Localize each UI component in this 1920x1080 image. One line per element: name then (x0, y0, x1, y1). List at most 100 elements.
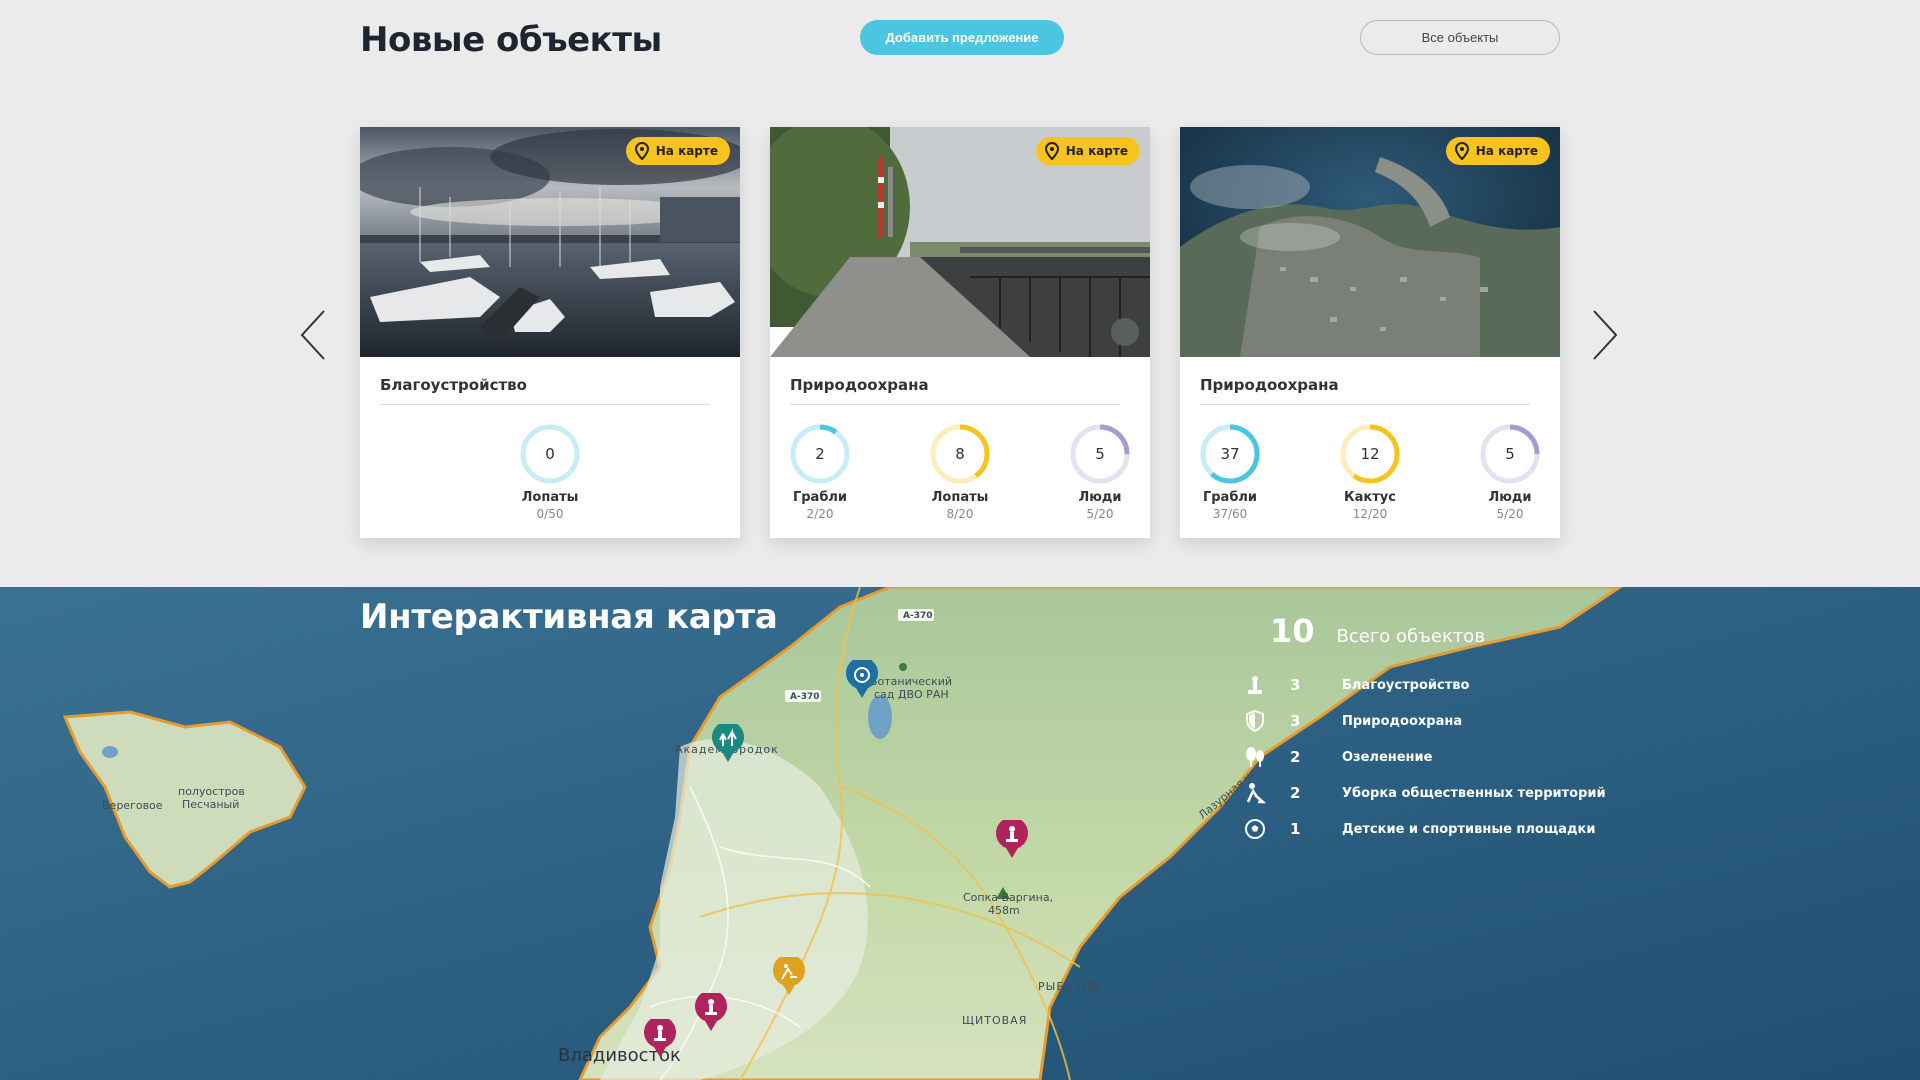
legend-count: 2 (1290, 784, 1301, 802)
progress-ring: 12 (1340, 424, 1400, 484)
total-count: 10 (1270, 612, 1315, 650)
stat-ratio: 5/20 (1496, 507, 1524, 521)
cleaning-icon (1240, 778, 1270, 808)
stat-ratio: 2/20 (806, 507, 834, 521)
stat-item: 0 Лопаты 0/50 (510, 422, 590, 532)
card-photo-embankment: На карте (770, 127, 1150, 357)
stat-ratio: 8/20 (946, 507, 974, 521)
map-pin-cleaning[interactable] (772, 954, 806, 1001)
shield-icon (1240, 706, 1270, 736)
legend-count: 3 (1290, 676, 1301, 694)
shchitovaya-label: ЩИТОВАЯ (962, 1014, 1028, 1027)
stat-value: 0 (545, 445, 555, 463)
stat-item: 37 Грабли 37/60 (1190, 422, 1270, 532)
hill-label-line1: Сопка Варгина, (963, 891, 1054, 904)
legend-item-greening[interactable]: 2 Озеленение (1240, 739, 1620, 775)
card-stats: 2 Грабли 2/20 8 Лопаты 8/20 5 Люди 5/20 (770, 422, 1150, 532)
stat-label: Грабли (1202, 490, 1258, 505)
stat-label: Грабли (792, 490, 848, 505)
carousel-next-button[interactable] (1586, 305, 1626, 365)
stat-label: Лопаты (521, 490, 579, 505)
stat-item: 5 Люди 5/20 (1470, 422, 1550, 532)
hill-label-line2: 458m (988, 904, 1020, 917)
ball-pin-icon (846, 657, 878, 698)
legend-item-improvement[interactable]: 3 Благоустройство (1240, 667, 1620, 703)
stat-value: 5 (1095, 445, 1105, 463)
cleaning-pin-icon (773, 954, 805, 995)
all-objects-button[interactable]: Все объекты (1360, 20, 1560, 55)
progress-ring: 0 (520, 424, 580, 484)
on-map-label: На карте (1475, 144, 1538, 158)
stat-label: Люди (1078, 490, 1122, 505)
map-pin-improvement[interactable] (643, 1016, 677, 1063)
legend-count: 3 (1290, 712, 1301, 730)
progress-ring: 5 (1070, 424, 1130, 484)
on-map-badge[interactable]: На карте (625, 137, 730, 165)
legend-item-sports[interactable]: 1 Детские и спортивные площадки (1240, 811, 1620, 847)
stat-ratio: 0/50 (536, 507, 564, 521)
card-photo-harbor: На карте (360, 127, 740, 357)
card-stats: 37 Грабли 37/60 12 Кактус 12/20 5 Люди 5/20 (1180, 422, 1560, 532)
on-map-label: На карте (1065, 144, 1128, 158)
object-card[interactable]: На карте Природоохрана 37 Грабли 37/60 12 Ка… (1180, 127, 1560, 538)
map-title: Интерактивная карта (360, 597, 778, 637)
on-map-badge[interactable]: На карте (1445, 137, 1550, 165)
map-legend: 3 Благоустройство 3 Природоохрана 2 Озел… (1240, 667, 1620, 847)
stat-item: 8 Лопаты 8/20 (920, 422, 1000, 532)
monument-pin-icon (644, 1016, 676, 1057)
card-stats: 0 Лопаты 0/50 (360, 422, 740, 532)
map-pin-icon (1044, 142, 1059, 160)
stat-value: 8 (955, 445, 965, 463)
interactive-map-section: А-370 А-370 Ботанический сад ДВО РАН пол… (0, 587, 1920, 1080)
legend-item-cleaning[interactable]: 2 Уборка общественных территорий (1240, 775, 1620, 811)
chevron-left-icon (300, 310, 325, 360)
map-pin-improvement[interactable] (995, 817, 1029, 864)
object-card[interactable]: На карте Природоохрана 2 Грабли 2/20 8 Лопат… (770, 127, 1150, 538)
card-category: Природоохрана (790, 367, 1120, 405)
legend-name: Благоустройство (1342, 677, 1470, 693)
on-map-label: На карте (655, 144, 718, 158)
map-pin-icon (634, 142, 649, 160)
trees-icon (1240, 742, 1270, 772)
monument-pin-icon (996, 817, 1028, 858)
monument-pin-icon (695, 990, 727, 1031)
on-map-badge[interactable]: На карте (1035, 137, 1140, 165)
stat-value: 2 (815, 445, 825, 463)
new-objects-section: Новые объекты Добавить предложение Все о… (0, 0, 1920, 587)
progress-ring: 8 (930, 424, 990, 484)
legend-name: Природоохрана (1342, 713, 1463, 729)
stat-item: 2 Грабли 2/20 (780, 422, 860, 532)
map-pin-sports[interactable] (845, 657, 879, 704)
legend-count: 2 (1290, 748, 1301, 766)
legend-count: 1 (1290, 820, 1301, 838)
card-photo-aerial-city: На карте (1180, 127, 1560, 357)
stat-ratio: 12/20 (1352, 507, 1388, 521)
stat-ratio: 5/20 (1086, 507, 1114, 521)
stat-ratio: 37/60 (1212, 507, 1248, 521)
rybachiy-label: РЫБАЧИЙ (1038, 980, 1101, 993)
carousel-prev-button[interactable] (298, 305, 338, 365)
object-card[interactable]: На карте Благоустройство 0 Лопаты 0/50 (360, 127, 740, 538)
legend-name: Уборка общественных территорий (1342, 785, 1606, 801)
progress-ring: 37 (1200, 424, 1260, 484)
stat-label: Кактус (1344, 490, 1396, 505)
trees-pin-icon (712, 721, 744, 762)
progress-ring: 5 (1480, 424, 1540, 484)
map-pin-greening[interactable] (711, 721, 745, 768)
section-title: Новые объекты (360, 20, 662, 60)
chevron-right-icon (1593, 310, 1618, 360)
stat-value: 37 (1220, 445, 1239, 463)
garden-label-line2: сад ДВО РАН (874, 688, 949, 701)
add-proposal-button[interactable]: Добавить предложение (860, 20, 1064, 55)
map-pin-icon (1454, 142, 1469, 160)
legend-name: Детские и спортивные площадки (1342, 821, 1596, 837)
map-canvas[interactable] (0, 587, 1920, 1080)
progress-ring: 2 (790, 424, 850, 484)
ball-icon (1240, 814, 1270, 844)
legend-item-protection[interactable]: 3 Природоохрана (1240, 703, 1620, 739)
road-shield-label: А-370 (790, 692, 820, 702)
map-pin-improvement[interactable] (694, 990, 728, 1037)
peninsula-label-line2: Песчаный (182, 798, 240, 811)
total-objects: 10 Всего объектов (1270, 612, 1485, 650)
stat-label: Люди (1488, 490, 1532, 505)
